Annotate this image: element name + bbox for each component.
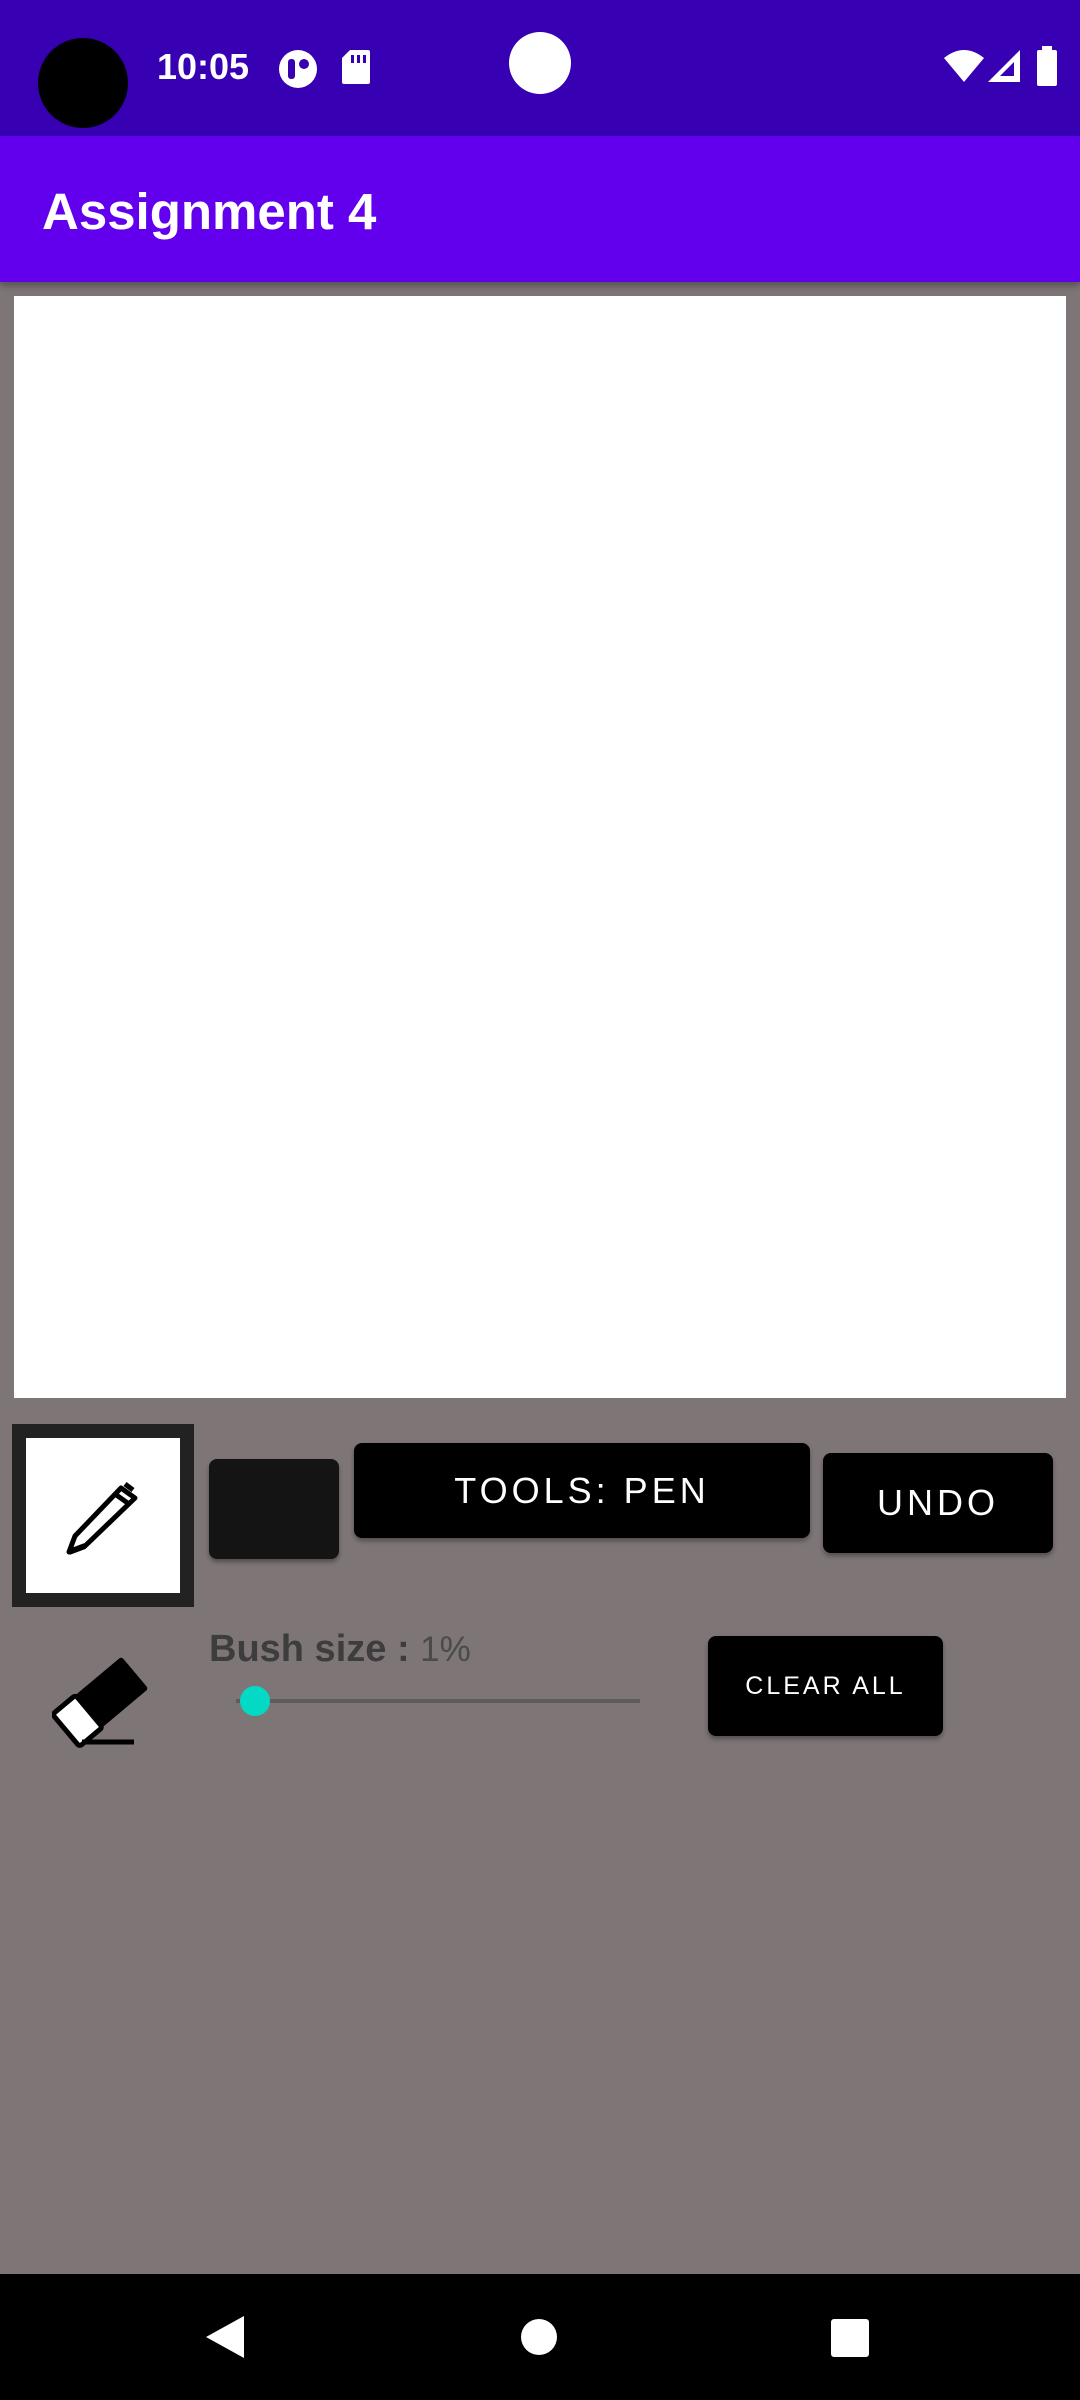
front-camera-dot — [509, 32, 571, 94]
recents-icon[interactable] — [830, 2318, 870, 2358]
sd-card-icon — [342, 50, 370, 84]
brush-size-label: Bush size : 1% — [209, 1628, 471, 1671]
navigation-bar — [0, 2274, 1080, 2400]
color-picker-swatch[interactable] — [209, 1459, 339, 1559]
slider-track — [236, 1699, 640, 1703]
slider-thumb[interactable] — [240, 1686, 271, 1716]
brush-size-slider[interactable] — [236, 1684, 640, 1718]
brush-size-title: Bush size : — [209, 1628, 410, 1670]
battery-icon — [1037, 46, 1057, 86]
undo-button[interactable]: UNDO — [823, 1453, 1053, 1553]
tools-button[interactable]: TOOLS: PEN — [354, 1443, 810, 1538]
app-bar: Assignment 4 — [0, 136, 1080, 282]
page-title: Assignment 4 — [42, 183, 377, 240]
home-icon[interactable] — [520, 2318, 558, 2356]
pen-icon — [66, 1482, 138, 1555]
eraser-icon[interactable] — [52, 1650, 162, 1750]
brush-size-value: 1% — [420, 1630, 471, 1669]
cellular-signal-icon — [988, 50, 1020, 82]
back-icon[interactable] — [204, 2314, 246, 2360]
drawing-canvas[interactable] — [14, 296, 1066, 1398]
status-bar: 10:05 — [0, 0, 1080, 136]
clear-all-button[interactable]: CLEAR ALL — [708, 1636, 943, 1736]
camera-cutout — [38, 38, 128, 128]
pen-tool-button[interactable] — [12, 1424, 194, 1607]
wifi-icon — [944, 50, 984, 82]
status-time: 10:05 — [157, 46, 250, 87]
notification-app-icon — [279, 50, 317, 88]
